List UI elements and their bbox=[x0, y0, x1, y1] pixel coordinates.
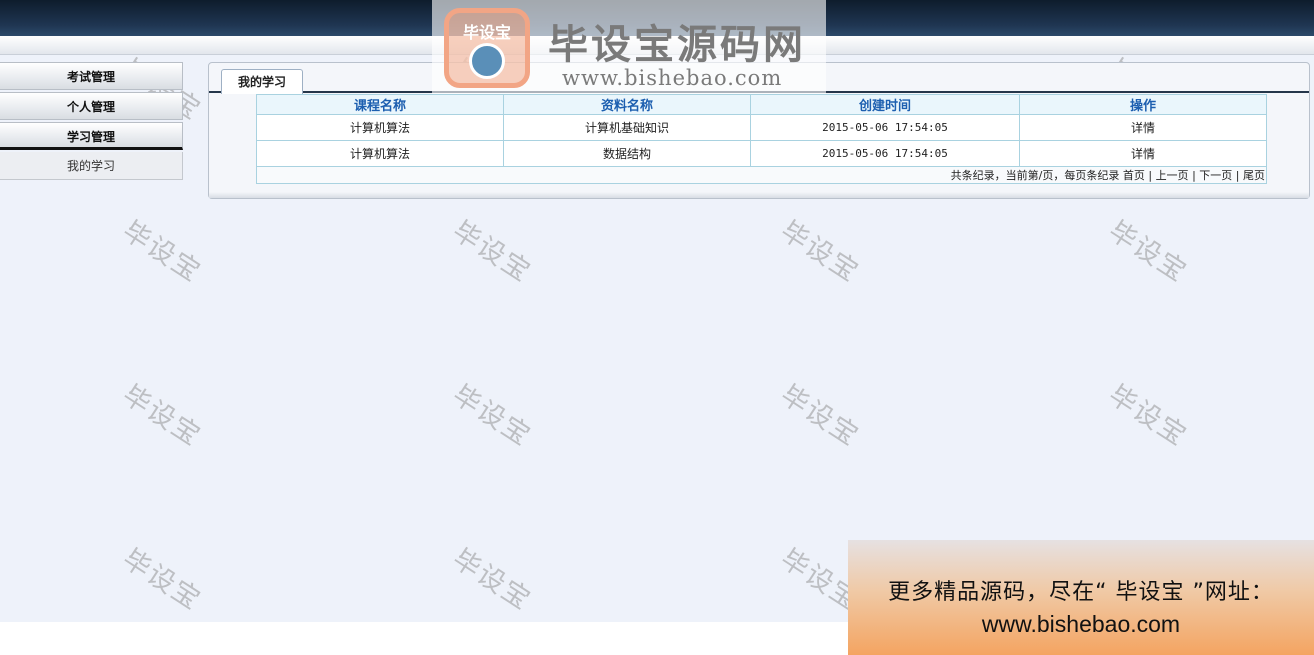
sidebar-item-study-management[interactable]: 学习管理 bbox=[0, 122, 183, 150]
watermark: 毕设宝 bbox=[774, 215, 865, 289]
table-row: 计算机算法 计算机基础知识 2015-05-06 17:54:05 详情 bbox=[256, 114, 1267, 141]
cell-material: 计算机基础知识 bbox=[503, 114, 751, 141]
ad-banner: 更多精品源码，尽在“ 毕设宝 ”网址： www.bishebao.com bbox=[848, 540, 1314, 655]
logo-face-icon bbox=[469, 43, 505, 79]
watermark: 毕设宝 bbox=[774, 379, 865, 453]
logo-url: www.bishebao.com bbox=[562, 66, 783, 90]
logo-watermark: 毕设宝 毕设宝源码网 www.bishebao.com bbox=[432, 0, 826, 94]
sidebar: 考试管理 个人管理 学习管理 我的学习 bbox=[0, 62, 183, 180]
ad-text: 更多精品源码，尽在“ 毕设宝 ”网址： bbox=[888, 580, 1274, 605]
column-header-course: 课程名称 bbox=[256, 94, 504, 115]
cell-created: 2015-05-06 17:54:05 bbox=[750, 114, 1020, 141]
watermark: 毕设宝 bbox=[1102, 215, 1193, 289]
watermark: 毕设宝 bbox=[116, 215, 207, 289]
table-row: 计算机算法 数据结构 2015-05-06 17:54:05 详情 bbox=[256, 140, 1267, 167]
watermark: 毕设宝 bbox=[446, 543, 537, 617]
details-link[interactable]: 详情 bbox=[1019, 140, 1267, 167]
logo-title: 毕设宝源码网 bbox=[548, 22, 806, 68]
cell-created: 2015-05-06 17:54:05 bbox=[750, 140, 1020, 167]
table-header-row: 课程名称 资料名称 创建时间 操作 bbox=[256, 94, 1267, 115]
pager-separator: | bbox=[1235, 169, 1240, 182]
logo-badge-text: 毕设宝 bbox=[462, 23, 511, 42]
logo-badge-icon: 毕设宝 bbox=[444, 8, 530, 88]
tab-my-study[interactable]: 我的学习 bbox=[221, 69, 303, 94]
watermark: 毕设宝 bbox=[116, 543, 207, 617]
column-header-created: 创建时间 bbox=[750, 94, 1020, 115]
sidebar-subitem-my-study[interactable]: 我的学习 bbox=[0, 152, 183, 180]
pager-separator: | bbox=[1192, 169, 1196, 182]
pager-summary: 共条纪录，当前第/页，每页条纪录 bbox=[950, 169, 1120, 182]
watermark: 毕设宝 bbox=[446, 215, 537, 289]
study-table: 课程名称 资料名称 创建时间 操作 计算机算法 计算机基础知识 2015-05-… bbox=[256, 94, 1267, 184]
cell-course: 计算机算法 bbox=[256, 140, 504, 167]
cell-course: 计算机算法 bbox=[256, 114, 504, 141]
pager-row: 共条纪录，当前第/页，每页条纪录 首页 | 上一页 | 下一页 | 尾页 bbox=[256, 166, 1267, 184]
pager-first-link[interactable]: 首页 bbox=[1123, 169, 1145, 182]
pager: 共条纪录，当前第/页，每页条纪录 首页 | 上一页 | 下一页 | 尾页 bbox=[256, 166, 1267, 184]
watermark: 毕设宝 bbox=[446, 379, 537, 453]
details-link[interactable]: 详情 bbox=[1019, 114, 1267, 141]
column-header-material: 资料名称 bbox=[503, 94, 751, 115]
watermark: 毕设宝 bbox=[116, 379, 207, 453]
pager-separator: | bbox=[1148, 169, 1153, 182]
pager-last-link[interactable]: 尾页 bbox=[1243, 169, 1265, 182]
ad-url: www.bishebao.com bbox=[981, 611, 1181, 637]
watermark: 毕设宝 bbox=[1102, 379, 1193, 453]
cell-material: 数据结构 bbox=[503, 140, 751, 167]
column-header-action: 操作 bbox=[1019, 94, 1267, 115]
pager-next-link[interactable]: 下一页 bbox=[1199, 169, 1232, 182]
sidebar-item-exam-management[interactable]: 考试管理 bbox=[0, 62, 183, 90]
sidebar-item-personal-management[interactable]: 个人管理 bbox=[0, 92, 183, 120]
panel-bottom-bar bbox=[209, 192, 1309, 198]
pager-prev-link[interactable]: 上一页 bbox=[1156, 169, 1189, 182]
